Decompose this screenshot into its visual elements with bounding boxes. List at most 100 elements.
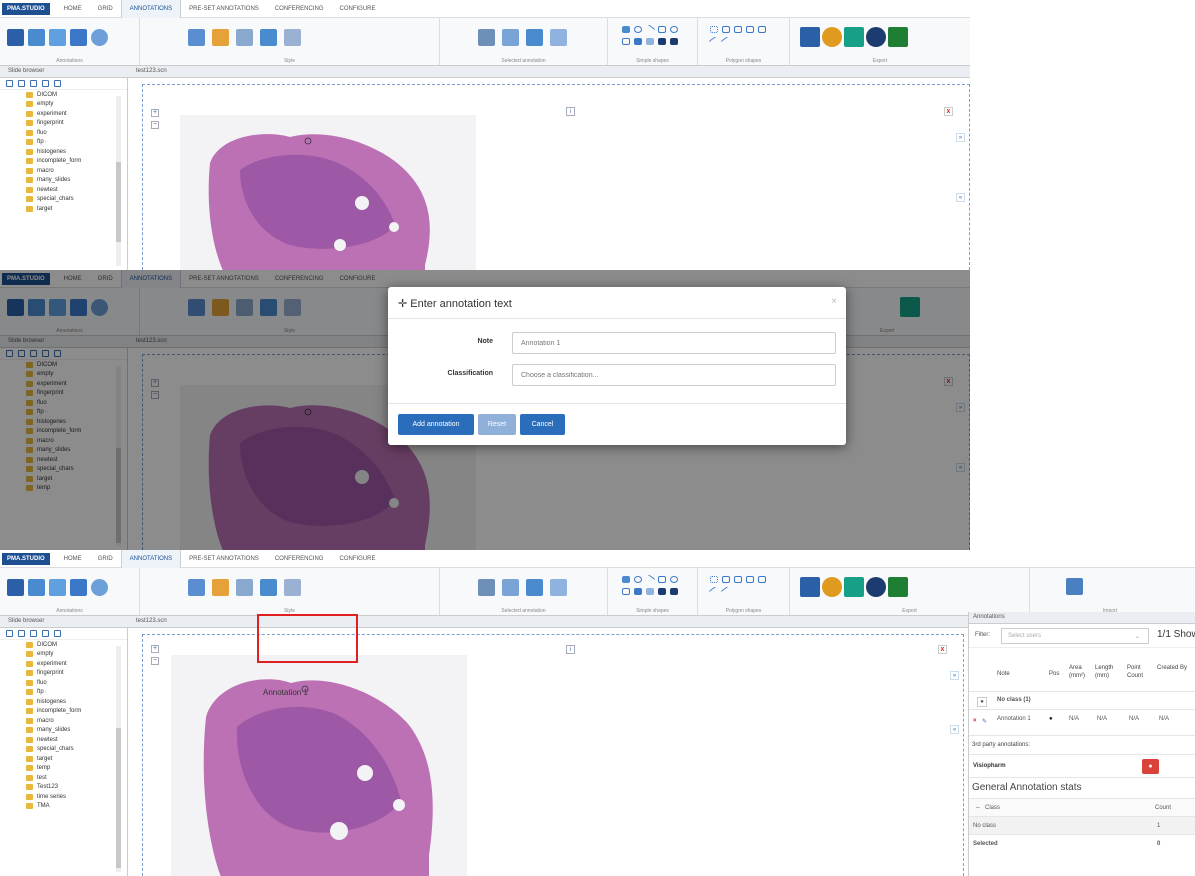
folder-item[interactable]: › ftp <box>26 138 127 148</box>
grid-tool-icon[interactable] <box>91 579 108 596</box>
link-icon[interactable] <box>30 80 37 87</box>
close-annotation-button[interactable]: x <box>944 107 953 116</box>
freehand-icon[interactable] <box>7 29 24 46</box>
text-tool-icon[interactable] <box>70 579 87 596</box>
freehand-line-icon[interactable] <box>708 586 720 597</box>
delete-icon[interactable]: × <box>973 718 977 724</box>
add-annotation-button[interactable]: Add annotation <box>398 414 474 435</box>
arrow-icon[interactable] <box>658 26 666 33</box>
export-db-icon[interactable] <box>844 577 864 597</box>
grid-tool-icon[interactable] <box>91 29 108 46</box>
position-icon[interactable]: ● <box>1049 716 1053 722</box>
menu-conferencing[interactable]: CONFERENCING <box>267 0 332 18</box>
polygon-icon[interactable] <box>722 576 730 583</box>
tab-slide-browser[interactable]: Slide browser <box>8 618 44 624</box>
col-created-by[interactable]: Created By <box>1157 664 1187 672</box>
edit-text-icon[interactable] <box>526 579 543 596</box>
polygon-icon[interactable] <box>722 26 730 33</box>
line-style-icon[interactable] <box>284 579 301 596</box>
menu-preset-annotations[interactable]: PRE-SET ANNOTATIONS <box>181 0 267 18</box>
menu-annotations[interactable]: ANNOTATIONS <box>120 0 182 18</box>
expand-arrow-icon[interactable]: › <box>45 794 47 800</box>
folder-item[interactable]: › incomplete_form <box>26 707 127 717</box>
select-icon[interactable] <box>478 579 495 596</box>
col-point-count[interactable]: Point Count <box>1127 664 1149 680</box>
zoom-in-button[interactable]: + <box>151 645 159 653</box>
arrow-icon[interactable] <box>658 576 666 583</box>
menu-conferencing[interactable]: CONFERENCING <box>267 550 332 568</box>
filter-icon[interactable] <box>54 80 61 87</box>
folder-item[interactable]: › time series <box>26 792 127 802</box>
filter-icon[interactable] <box>54 630 61 637</box>
circle-tool-icon[interactable] <box>49 579 66 596</box>
expand-arrow-icon[interactable]: › <box>45 737 47 743</box>
thumbnail-icon[interactable] <box>42 80 49 87</box>
polyline-icon[interactable] <box>710 26 718 33</box>
move-icon[interactable]: ✛ <box>398 298 407 310</box>
circle-icon[interactable] <box>634 576 642 583</box>
expand-arrow-icon[interactable]: › <box>45 746 47 752</box>
link-icon[interactable] <box>30 630 37 637</box>
classification-field[interactable] <box>512 364 836 386</box>
expand-arrow-icon[interactable]: › <box>45 651 47 657</box>
expand-arrow-icon[interactable]: › <box>45 158 47 164</box>
zoom-in-button[interactable]: + <box>151 109 159 117</box>
triangle-icon[interactable] <box>658 38 666 45</box>
line-icon[interactable] <box>644 24 656 35</box>
scroll-thumb[interactable] <box>116 162 121 242</box>
note-field[interactable] <box>512 332 836 354</box>
expand-arrow-icon[interactable]: › <box>45 168 47 174</box>
point-icon[interactable] <box>622 26 630 33</box>
expand-arrow-icon[interactable]: › <box>45 718 47 724</box>
circle-icon[interactable] <box>634 26 642 33</box>
expand-arrow-icon[interactable]: › <box>45 177 47 183</box>
annotation-details-icon[interactable] <box>550 29 567 46</box>
expand-arrow-icon[interactable]: › <box>45 784 47 790</box>
menu-grid[interactable]: GRID <box>90 0 121 18</box>
menu-configure[interactable]: CONFIGURE <box>331 550 383 568</box>
fill-color-icon[interactable] <box>188 579 205 596</box>
diamond-icon[interactable] <box>646 588 654 595</box>
flag-icon[interactable] <box>670 38 678 45</box>
folder-item[interactable]: › special_chars <box>26 745 127 755</box>
expand-arrow-icon[interactable]: › <box>45 196 47 202</box>
expand-arrow-icon[interactable]: › <box>45 187 47 193</box>
group-row[interactable]: ● No class (1) <box>969 692 1195 710</box>
folder-item[interactable]: › DICOM <box>26 90 127 100</box>
export-sync-icon[interactable] <box>822 577 842 597</box>
list-view-icon[interactable] <box>6 630 13 637</box>
expand-arrow-icon[interactable]: › <box>45 642 47 648</box>
menu-grid[interactable]: GRID <box>90 550 121 568</box>
flag-icon[interactable] <box>670 588 678 595</box>
export-visiopharm-icon[interactable] <box>866 27 886 47</box>
menu-annotations[interactable]: ANNOTATIONS <box>120 550 182 568</box>
slide-viewer[interactable]: + − i x » « <box>142 84 970 270</box>
import-icon[interactable] <box>1066 578 1083 595</box>
export-image-icon[interactable] <box>800 577 820 597</box>
annotation-label[interactable]: Annotation 1 <box>263 688 308 697</box>
rectangle-icon[interactable] <box>622 588 630 595</box>
folder-item[interactable]: › newtest <box>26 185 127 195</box>
text-tool-icon[interactable] <box>70 29 87 46</box>
line-icon[interactable] <box>644 574 656 585</box>
circle-tool-icon[interactable] <box>49 29 66 46</box>
ruler-icon[interactable] <box>720 36 732 47</box>
sort-icon[interactable]: ⇔ <box>975 805 981 811</box>
ellipse-icon[interactable] <box>670 576 678 583</box>
chevron-down-icon[interactable]: ⌄ <box>1135 633 1140 640</box>
zoom-out-button[interactable]: − <box>151 657 159 665</box>
folder-item[interactable]: › histogenes <box>26 147 127 157</box>
brush-polygon-icon[interactable] <box>758 576 766 583</box>
folder-item[interactable]: › many_slides <box>26 726 127 736</box>
menu-configure[interactable]: CONFIGURE <box>331 0 383 18</box>
expand-arrow-icon[interactable]: › <box>45 130 47 136</box>
pen-color-icon[interactable] <box>212 579 229 596</box>
text-frame-icon[interactable] <box>28 29 45 46</box>
select-icon[interactable] <box>478 29 495 46</box>
folder-item[interactable]: › Test123 <box>26 783 127 793</box>
expand-arrow-icon[interactable]: › <box>45 756 47 762</box>
folder-item[interactable]: › empty <box>26 100 127 110</box>
tab-viewer[interactable]: test123.scn <box>136 618 167 624</box>
slide-image[interactable]: Annotation 1 <box>171 655 467 876</box>
brand-logo[interactable]: PMA.STUDIO <box>2 2 50 15</box>
